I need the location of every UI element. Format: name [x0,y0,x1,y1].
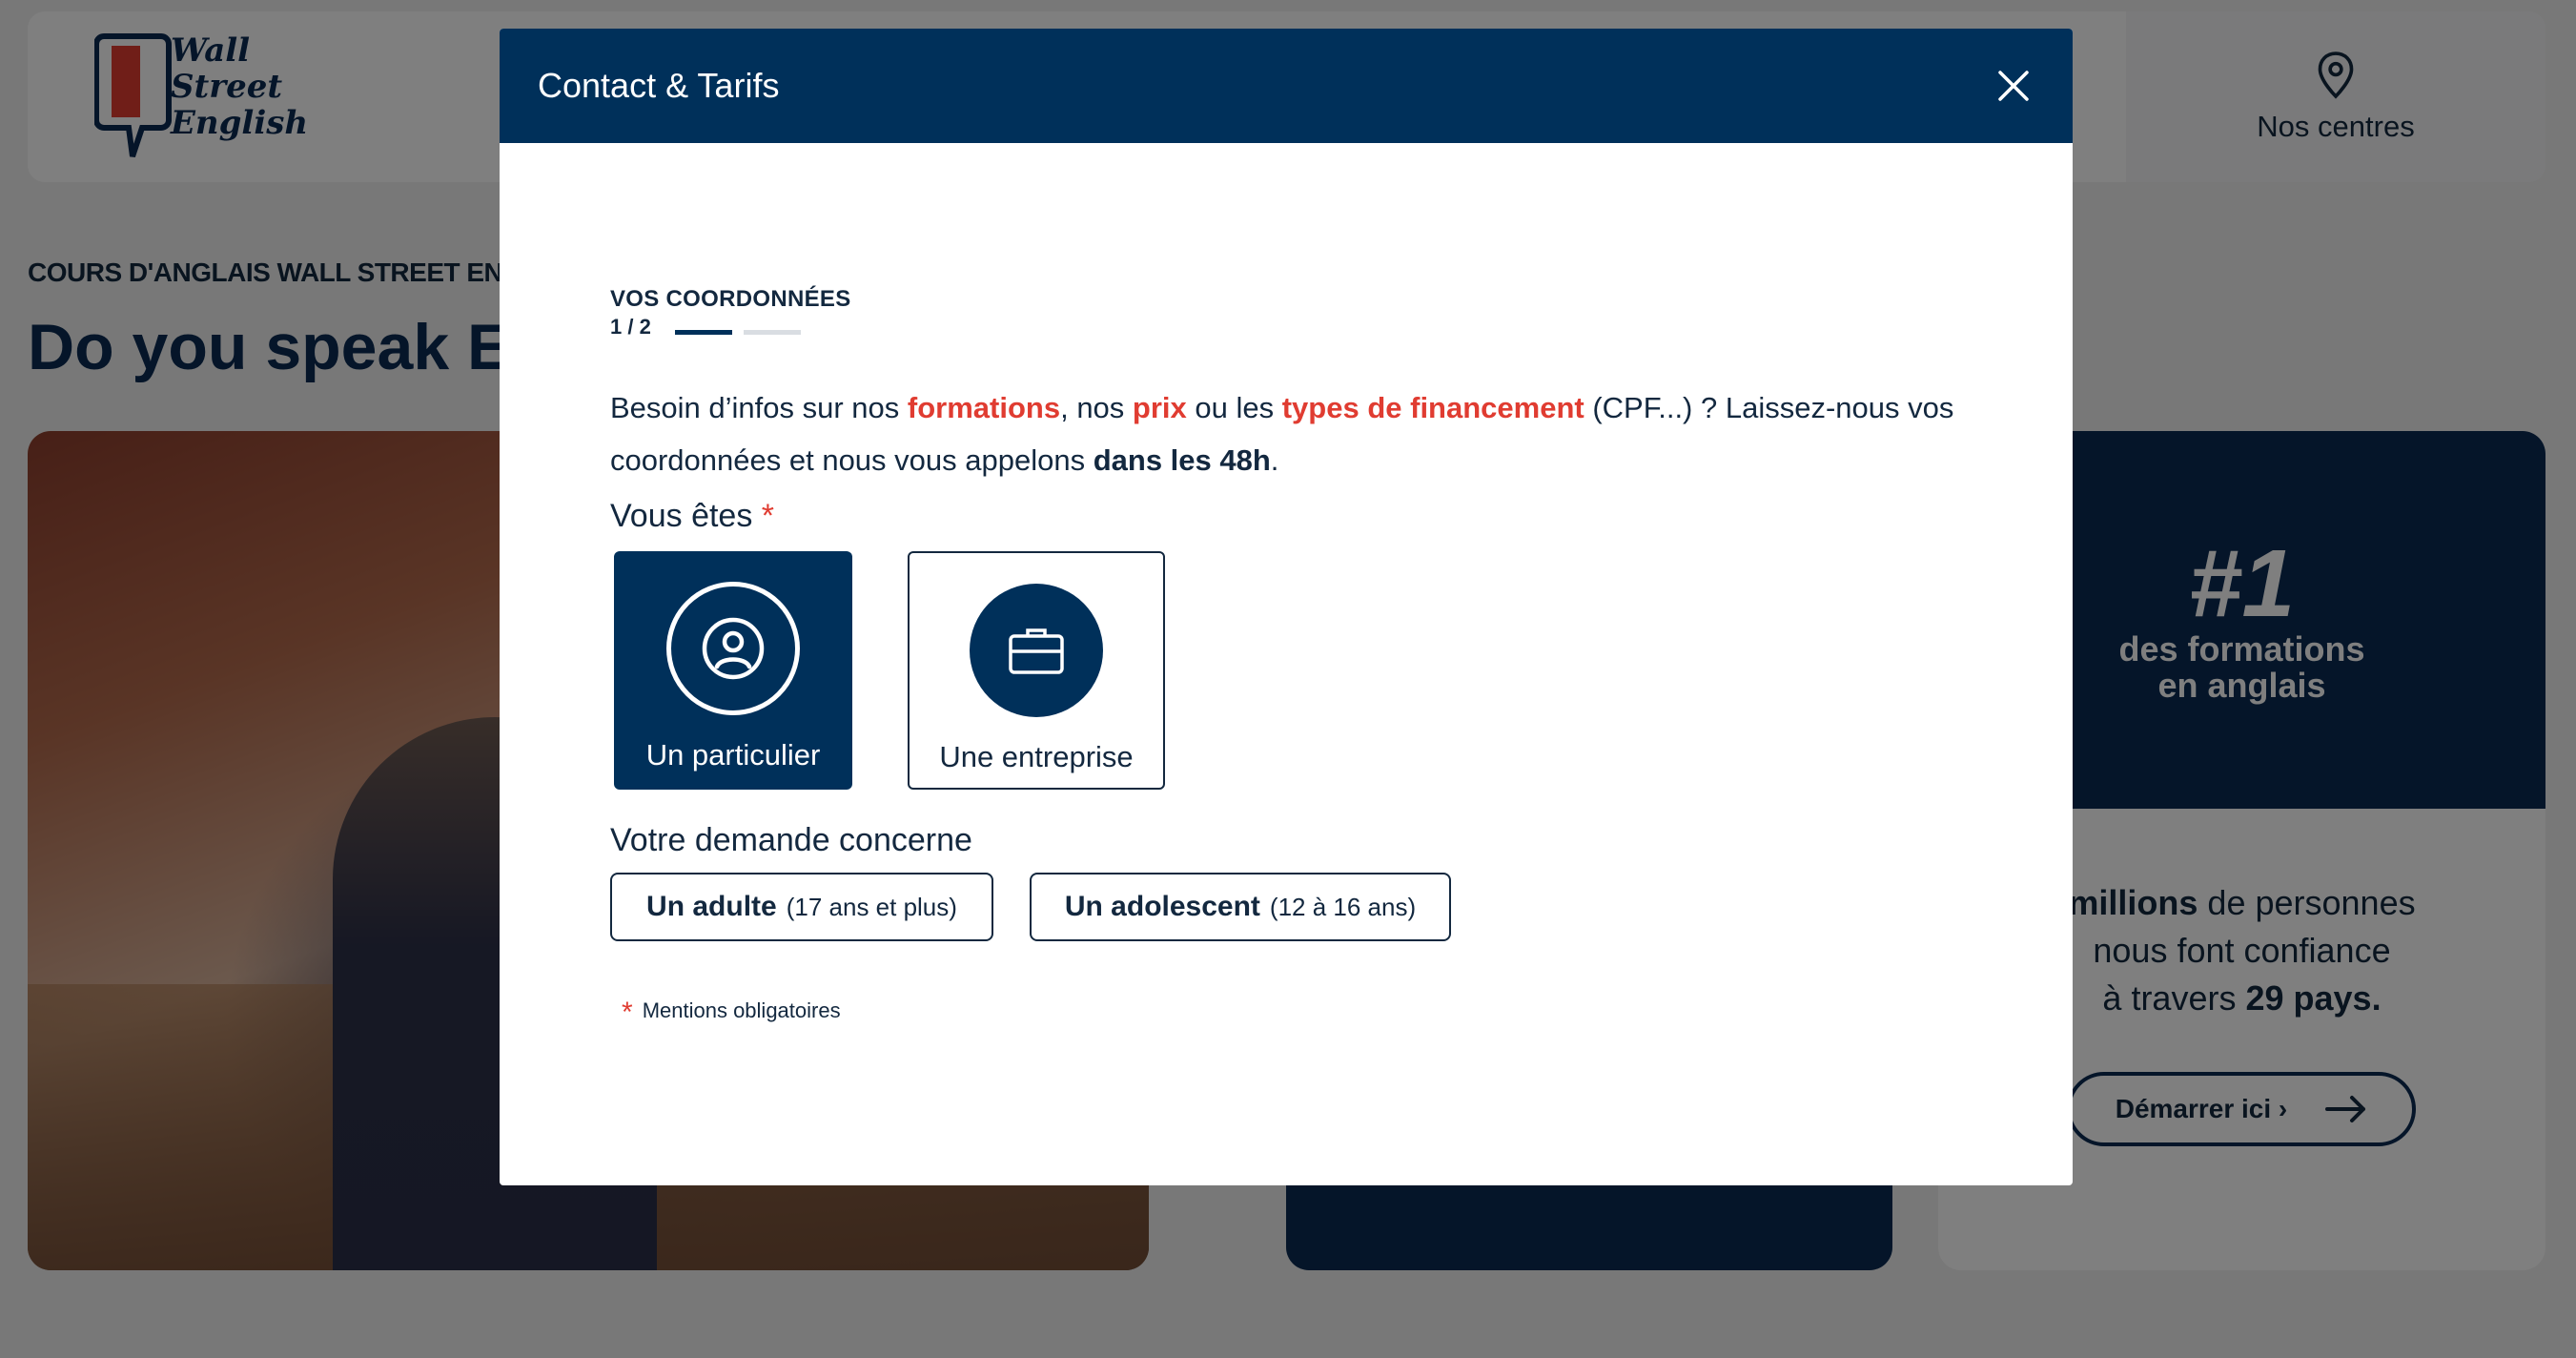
particulier-icon-wrap [666,582,800,715]
demande-label: Votre demande concerne [610,822,972,858]
step-count: 1 / 2 [610,315,651,339]
user-circle-icon [702,617,765,680]
modal-title: Contact & Tarifs [538,66,780,105]
briefcase-icon [1009,628,1064,674]
entreprise-icon-wrap [970,584,1103,717]
link-financement[interactable]: types de financement [1282,391,1584,424]
vous-etes-label: Vous êtes * [610,498,775,534]
link-prix[interactable]: prix [1133,391,1187,424]
option-adolescent[interactable]: Un adolescent (12 à 16 ans) [1030,873,1451,941]
step-progress-inactive [744,330,801,335]
link-formations[interactable]: formations [908,391,1060,424]
particulier-label: Un particulier [645,738,821,772]
close-icon [1998,71,2029,101]
step-progress-active [675,330,732,335]
option-entreprise[interactable]: Une entreprise [908,551,1165,790]
option-particulier[interactable]: Un particulier [614,551,852,790]
step-title: VOS COORDONNÉES [610,286,851,312]
modal-header: Contact & Tarifs [500,29,2073,143]
intro-text: Besoin d’infos sur nos formations, nos p… [610,391,1954,477]
mandatory-note: * Mentions obligatoires [622,997,841,1028]
close-button[interactable] [1993,65,2034,107]
option-adulte[interactable]: Un adulte (17 ans et plus) [610,873,993,941]
contact-modal: Contact & Tarifs VOS COORDONNÉES 1 / 2 B… [500,29,2073,1185]
entreprise-label: Une entreprise [939,740,1134,773]
